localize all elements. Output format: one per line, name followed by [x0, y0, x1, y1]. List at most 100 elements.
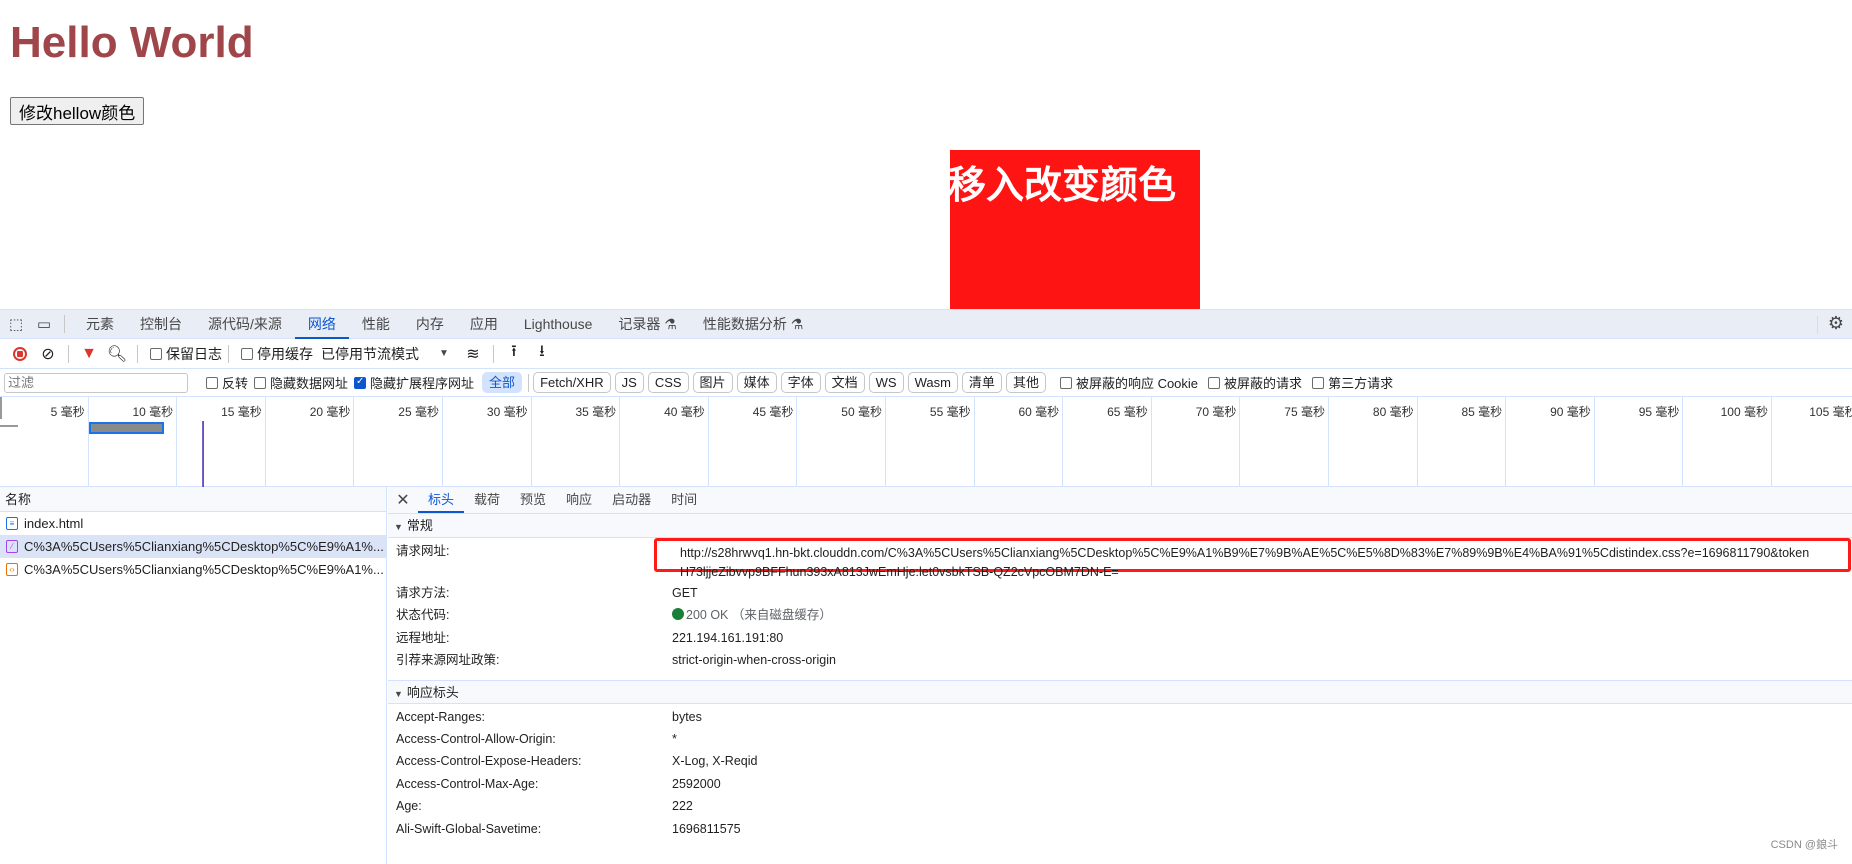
divider	[64, 315, 65, 333]
general-section-header[interactable]: ▼ 常规	[388, 514, 1852, 538]
chip-manifest[interactable]: 清单	[961, 372, 1002, 393]
timeline-tick-label: 65 毫秒	[1107, 405, 1148, 419]
filter-bar: 反转 隐藏数据网址 隐藏扩展程序网址 全部 Fetch/XHR JS CSS 图…	[0, 369, 1852, 397]
chip-doc[interactable]: 文档	[824, 372, 865, 393]
chip-wasm[interactable]: Wasm	[907, 372, 958, 393]
chip-other[interactable]: 其他	[1005, 372, 1046, 393]
close-icon[interactable]: ✕	[388, 490, 418, 510]
timeline-tick: 90 毫秒	[1506, 397, 1595, 487]
network-toolbar: ⊘ ▼ 🔍︎ 保留日志 停用缓存 已停用节流模式 ▼ ≋ ⭱ ⭳	[0, 339, 1852, 369]
device-toolbar-icon[interactable]: ▭	[32, 312, 56, 336]
blocked-requests-checkbox[interactable]	[1208, 376, 1221, 389]
search-button[interactable]: 🔍︎	[103, 342, 131, 366]
header-value: X-Log, X-Reqid	[672, 754, 758, 769]
tab-lighthouse[interactable]: Lighthouse	[511, 310, 606, 339]
status-code: 200 OK	[686, 608, 729, 623]
chip-js[interactable]: JS	[614, 372, 644, 393]
tab-payload[interactable]: 载荷	[464, 487, 510, 513]
divider	[1817, 316, 1818, 334]
header-key: Access-Control-Allow-Origin:	[396, 731, 556, 746]
filter-toggle-button[interactable]: ▼	[75, 342, 103, 366]
third-party-checkbox[interactable]	[1312, 376, 1325, 389]
filter-input[interactable]	[4, 372, 188, 393]
request-row[interactable]: ⁄ C%3A%5CUsers%5Clianxiang%5CDesktop%5C%…	[0, 535, 386, 558]
import-har-button[interactable]: ⭱	[500, 342, 528, 366]
tab-timing[interactable]: 时间	[661, 487, 707, 513]
timeline-tick: 70 毫秒	[1152, 397, 1241, 487]
chip-all[interactable]: 全部	[482, 372, 523, 393]
request-name: C%3A%5CUsers%5Clianxiang%5CDesktop%5C%E9…	[24, 539, 384, 554]
hover-color-box[interactable]: 移入改变颜色	[948, 150, 1200, 309]
tab-headers[interactable]: 标头	[418, 487, 465, 513]
timeline-tick: 25 毫秒	[354, 397, 443, 487]
clear-button[interactable]: ⊘	[34, 342, 62, 366]
tab-application[interactable]: 应用	[457, 310, 511, 339]
devtools-panel: ⬚ ▭ 元素 控制台 源代码/来源 网络 性能 内存 应用 Lighthouse…	[0, 309, 1852, 864]
network-overview-timeline[interactable]: 105 毫秒 100 毫秒 95 毫秒 90 毫秒 85 毫秒 80 毫秒 75 毫秒 70 …	[0, 397, 1852, 487]
timeline-tick: 95 毫秒	[1595, 397, 1684, 487]
tab-preview[interactable]: 预览	[510, 487, 556, 513]
upload-icon: ⭱	[511, 343, 517, 360]
tab-elements[interactable]: 元素	[73, 310, 127, 339]
timeline-tick-label: 105 毫秒	[1809, 405, 1852, 419]
tab-sources[interactable]: 源代码/来源	[195, 310, 295, 339]
header-row: 引荐来源网址政策: strict-origin-when-cross-origin	[388, 649, 1852, 671]
request-row[interactable]: ≡ index.html	[0, 512, 386, 535]
chip-img[interactable]: 图片	[692, 372, 733, 393]
chip-media[interactable]: 媒体	[736, 372, 777, 393]
hide-extension-urls-label: 隐藏扩展程序网址	[370, 376, 475, 391]
preserve-log-checkbox[interactable]	[150, 347, 162, 360]
tab-console[interactable]: 控制台	[127, 310, 195, 339]
request-row[interactable]: ‹› C%3A%5CUsers%5Clianxiang%5CDesktop%5C…	[0, 558, 386, 581]
section-title: 响应标头	[406, 684, 459, 700]
timeline-bar-selected	[89, 422, 164, 434]
tab-initiator[interactable]: 启动器	[602, 487, 661, 513]
request-detail-panel: ✕ 标头 载荷 预览 响应 启动器 时间 ▼ 常规 请求网址: http://s2…	[388, 487, 1852, 864]
request-url-value: http://s28hrwvq1.hn-bkt.clouddn.com/C%3A…	[680, 546, 1810, 560]
header-key: Age:	[396, 799, 422, 814]
column-header-name[interactable]: 名称	[0, 487, 386, 512]
header-row: Access-Control-Expose-Headers: X-Log, X-R…	[388, 750, 1852, 772]
timeline-tick: 30 毫秒	[443, 397, 532, 487]
timeline-tick-label: 35 毫秒	[575, 405, 617, 419]
tab-response[interactable]: 响应	[556, 487, 602, 513]
tab-memory[interactable]: 内存	[403, 310, 457, 339]
chip-font[interactable]: 字体	[780, 372, 821, 393]
chevron-down-icon[interactable]: ▼	[439, 348, 449, 359]
timeline-tick: 105 毫秒	[1772, 397, 1852, 487]
chip-ws[interactable]: WS	[868, 372, 904, 393]
hide-extension-urls-checkbox[interactable]	[354, 376, 367, 389]
tab-network[interactable]: 网络	[294, 310, 349, 339]
header-value: strict-origin-when-cross-origin	[672, 653, 836, 668]
inspect-element-icon[interactable]: ⬚	[4, 312, 28, 336]
tab-performance[interactable]: 性能	[349, 310, 403, 339]
timeline-tick-label: 75 毫秒	[1284, 405, 1325, 419]
header-row: Access-Control-Max-Age: 2592000	[388, 773, 1852, 795]
response-headers-section-header[interactable]: ▼ 响应标头	[388, 679, 1852, 704]
request-name: index.html	[24, 516, 84, 531]
throttling-select[interactable]: 已停用节流模式	[321, 344, 419, 364]
settings-gear-icon[interactable]: ⚙	[1824, 313, 1848, 337]
timeline-tick: 15 毫秒	[177, 397, 266, 487]
tab-performance-insights[interactable]: 性能数据分析 ⚗	[690, 310, 816, 339]
timeline-bar	[0, 425, 18, 427]
devtools-tabbar: ⬚ ▭ 元素 控制台 源代码/来源 网络 性能 内存 应用 Lighthouse…	[0, 309, 1852, 339]
change-color-button[interactable]: 修改hellow颜色	[10, 97, 145, 125]
hide-data-urls-checkbox[interactable]	[254, 376, 267, 389]
record-button[interactable]	[6, 342, 34, 366]
page-heading: Hello World	[10, 18, 254, 67]
blocked-cookies-checkbox[interactable]	[1059, 376, 1072, 389]
divider	[228, 344, 229, 363]
timeline-tick: 55 毫秒	[886, 397, 975, 487]
chip-fetch-xhr[interactable]: Fetch/XHR	[533, 372, 611, 393]
network-conditions-button[interactable]: ≋	[459, 342, 487, 366]
tab-recorder[interactable]: 记录器 ⚗	[605, 310, 689, 339]
document-icon: ≡	[6, 517, 18, 530]
disable-cache-checkbox[interactable]	[241, 347, 253, 360]
download-icon: ⭳	[539, 343, 545, 360]
divider	[528, 373, 530, 392]
chip-css[interactable]: CSS	[647, 372, 689, 393]
invert-checkbox[interactable]	[206, 376, 218, 389]
export-har-button[interactable]: ⭳	[528, 342, 556, 366]
timeline-tick: 20 毫秒	[266, 397, 355, 487]
